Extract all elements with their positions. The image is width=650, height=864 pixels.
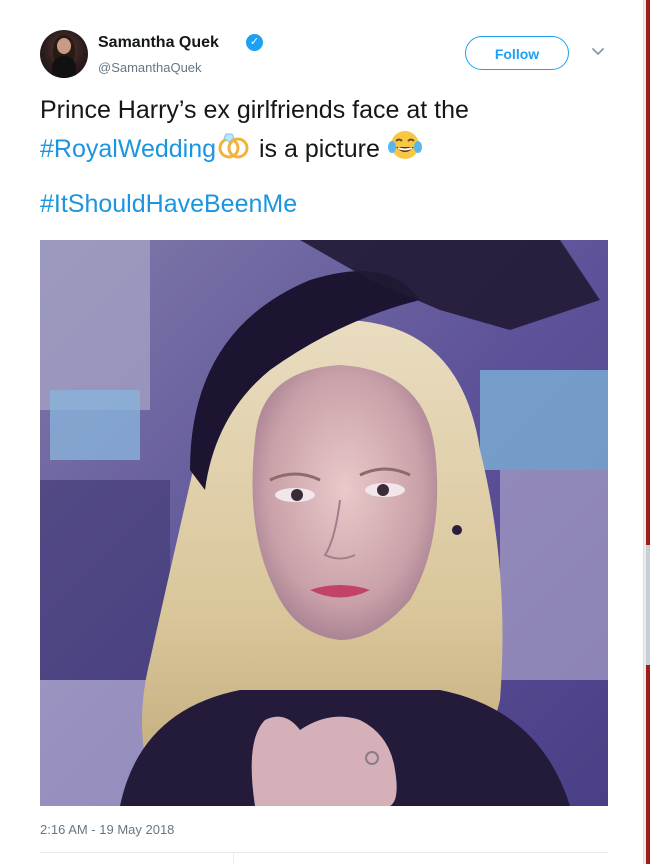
divider: [40, 852, 608, 853]
tweet-photo-image: [40, 240, 608, 806]
hashtag-it-should-have-been-me[interactable]: #ItShouldHaveBeenMe: [40, 190, 297, 218]
author-name[interactable]: Samantha Quek: [98, 34, 219, 52]
verified-badge-icon: ✓: [246, 34, 263, 51]
tweet-text-line-3: #ItShouldHaveBeenMe: [40, 186, 620, 223]
hashtag-royal-wedding[interactable]: #RoyalWedding: [40, 135, 216, 163]
window-edge: [646, 0, 650, 864]
divider-tick: [233, 852, 234, 864]
tweet-timestamp[interactable]: 2:16 AM - 19 May 2018: [40, 822, 174, 837]
wedding-rings-emoji-icon: [218, 133, 249, 159]
author-handle[interactable]: @SamanthaQuek: [98, 60, 202, 75]
tears-of-joy-emoji-icon: [387, 131, 422, 159]
chevron-down-icon[interactable]: [591, 44, 605, 58]
tweet-text-middle: is a picture: [252, 135, 387, 163]
tweet-card: Samantha Quek ✓ @SamanthaQuek Follow Pri…: [0, 0, 644, 864]
tweet-text-line-2: #RoyalWedding is a picture: [40, 129, 620, 168]
tweet-text: Prince Harry’s ex girlfriends face at th…: [40, 92, 620, 223]
tweet-photo[interactable]: [40, 240, 608, 806]
tweet-header: Samantha Quek ✓ @SamanthaQuek Follow: [40, 30, 643, 82]
tweet-text-line-1: Prince Harry’s ex girlfriends face at th…: [40, 96, 469, 124]
avatar[interactable]: [40, 30, 88, 78]
follow-button[interactable]: Follow: [465, 36, 569, 70]
